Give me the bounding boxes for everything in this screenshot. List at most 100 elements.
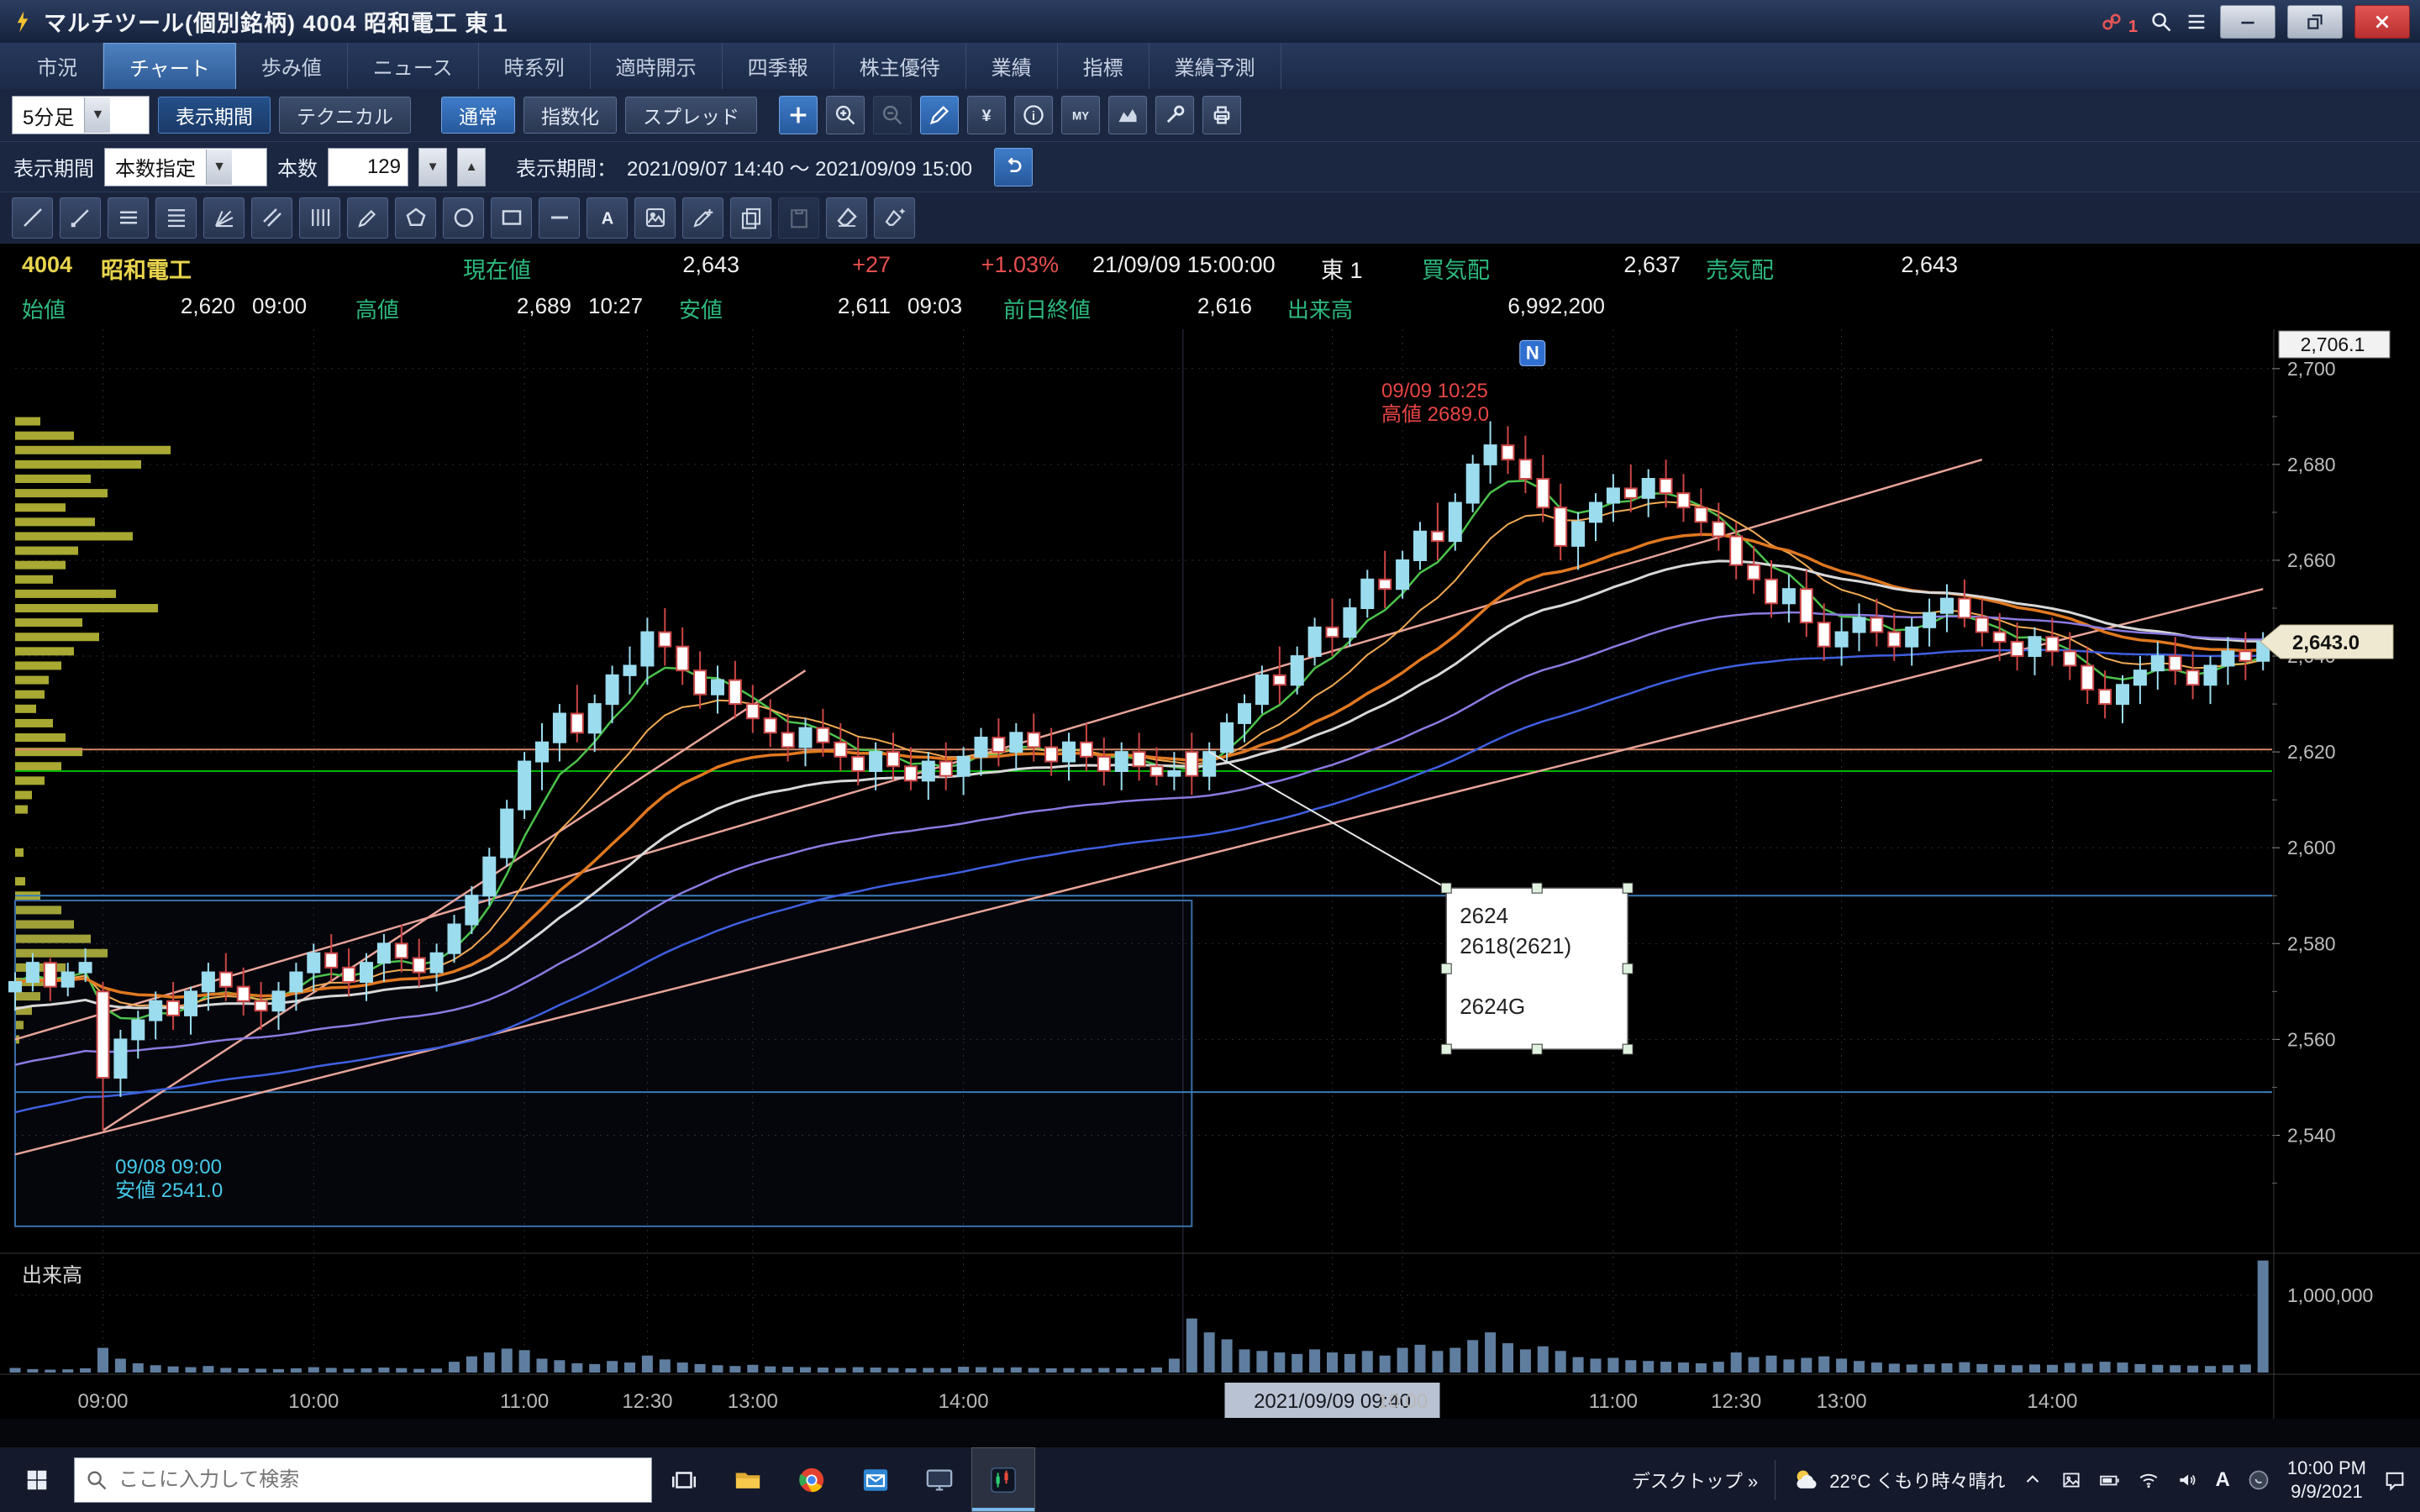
menu-icon[interactable] [2185,10,2208,34]
quote-row-main: 4004 昭和電工 現在値 2,643 +27 +1.03% 21/09/09 … [0,243,2420,288]
chevron-up-icon[interactable] [2022,1469,2044,1491]
bid-label: 買気配 [1422,252,1490,285]
svg-text:MY: MY [1072,109,1089,122]
wrench-button[interactable] [1155,96,1194,134]
trading-app-taskbar-button[interactable] [971,1447,1035,1512]
text-button[interactable]: A [587,197,628,239]
count-label: 本数 [277,152,318,181]
plus-button[interactable] [779,96,818,134]
display-app-taskbar-button[interactable] [908,1447,971,1512]
tab-業績予測[interactable]: 業績予測 [1150,43,1281,89]
taskbar-clock[interactable]: 10:00 PM 9/9/2021 [2287,1457,2366,1503]
trend-line-button[interactable] [12,197,53,239]
restore-button[interactable] [2287,5,2343,39]
tab-四季報[interactable]: 四季報 [723,43,834,89]
svg-text:14:00: 14:00 [2027,1390,2077,1413]
price-change: +27 [790,252,891,278]
tab-歩み値[interactable]: 歩み値 [236,43,348,89]
battery-icon[interactable] [2099,1469,2121,1491]
pencil-button[interactable] [920,96,959,134]
toolbar-icon-group: ¥i MY [779,96,1241,134]
desktop-toolbar[interactable]: デスクトップ » [1632,1467,1758,1494]
normal-button[interactable]: 通常 [441,97,515,134]
photo-tray-icon[interactable] [2060,1469,2082,1491]
technical-button[interactable]: テクニカル [279,97,411,134]
price-change-pct: +1.03% [908,252,1059,278]
tab-市況[interactable]: 市況 [12,43,103,89]
low-price: 2,611 [756,293,891,319]
interval-select[interactable]: 5分足 ▼ [12,96,150,134]
area-chart-button[interactable] [1108,96,1147,134]
tab-業績[interactable]: 業績 [966,43,1058,89]
close-button[interactable] [2354,5,2410,39]
taskbar-apps [652,1447,1035,1512]
tray-status-icon[interactable] [2247,1468,2270,1492]
count-down-button[interactable]: ▼ [418,148,447,186]
count-up-button[interactable]: ▲ [457,148,486,186]
erase-all-button[interactable] [874,197,915,239]
search-input[interactable] [117,1467,591,1493]
rectangle-button[interactable] [491,197,532,239]
tab-時系列[interactable]: 時系列 [479,43,591,89]
drawing-toolbar: A [0,192,2420,243]
wifi-icon[interactable] [2138,1469,2160,1491]
link-icon[interactable] [2100,10,2123,34]
price-chart-svg[interactable]: 26242618(2621)2624G09/09 10:25高値 2689.00… [0,329,2420,1419]
minimize-button[interactable] [2220,5,2275,39]
svg-text:2,620: 2,620 [2287,741,2336,763]
info-button[interactable]: i [1014,96,1053,134]
stamp-button[interactable] [634,197,676,239]
tab-ニュース[interactable]: ニュース [348,43,479,89]
ellipse-button[interactable] [443,197,484,239]
open-label: 始値 [22,293,66,324]
count-mode-select[interactable]: 本数指定 ▼ [104,148,267,186]
erase-button[interactable] [826,197,867,239]
range-value: 2021/09/07 14:40 ～ 2021/09/09 15:00 [627,152,972,181]
ray-line-button[interactable] [60,197,101,239]
pencil-plus-button[interactable] [682,197,723,239]
weather-widget[interactable]: 22°C くもり時々晴れ [1792,1466,2005,1494]
svg-text:11:00: 11:00 [1589,1390,1638,1413]
channel-button[interactable] [251,197,292,239]
svg-text:13:00: 13:00 [1817,1390,1867,1413]
fan-button[interactable] [203,197,245,239]
notification-center-icon[interactable] [2383,1468,2407,1492]
taskbar-search[interactable] [74,1457,652,1503]
link-badge: 1 [2128,18,2138,37]
svg-text:13:00: 13:00 [728,1390,778,1413]
indexed-button[interactable]: 指数化 [523,97,617,134]
tab-適時開示[interactable]: 適時開示 [591,43,723,89]
ask-price: 2,643 [1815,252,1958,278]
tab-指標[interactable]: 指標 [1058,43,1150,89]
hlines4-button[interactable] [155,197,197,239]
speaker-icon[interactable] [2176,1469,2198,1491]
search-icon[interactable] [2149,10,2173,34]
task-view-taskbar-button[interactable] [652,1447,716,1512]
freehand-button[interactable] [347,197,388,239]
zoom-in-button[interactable] [826,96,865,134]
vlines-button[interactable] [299,197,340,239]
sun-cloud-icon [1792,1466,1821,1494]
hline-button[interactable] [539,197,580,239]
ime-indicator[interactable]: A [2215,1468,2229,1492]
start-button[interactable] [0,1447,74,1512]
market-name: 東 1 [1321,252,1363,285]
tab-チャート[interactable]: チャート [103,43,236,89]
mail-app-taskbar-button[interactable] [844,1447,908,1512]
high-price: 2,689 [437,293,571,319]
display-period-button[interactable]: 表示期間 [158,97,271,134]
tab-株主優待[interactable]: 株主優待 [834,43,966,89]
polygon-button[interactable] [395,197,436,239]
my-button[interactable]: MY [1061,96,1100,134]
print-button[interactable] [1202,96,1241,134]
chart-area[interactable]: 26242618(2621)2624G09/09 10:25高値 2689.00… [0,329,2420,1419]
file-explorer-taskbar-button[interactable] [716,1447,780,1512]
copy-button[interactable] [730,197,771,239]
chrome-taskbar-button[interactable] [780,1447,844,1512]
hlines3-button[interactable] [108,197,149,239]
svg-text:09/09 10:25: 09/09 10:25 [1381,380,1488,402]
count-input[interactable]: 129 [328,148,408,186]
yen-button[interactable]: ¥ [967,96,1006,134]
spread-button[interactable]: スプレッド [625,97,757,134]
undo-button[interactable] [994,148,1033,186]
